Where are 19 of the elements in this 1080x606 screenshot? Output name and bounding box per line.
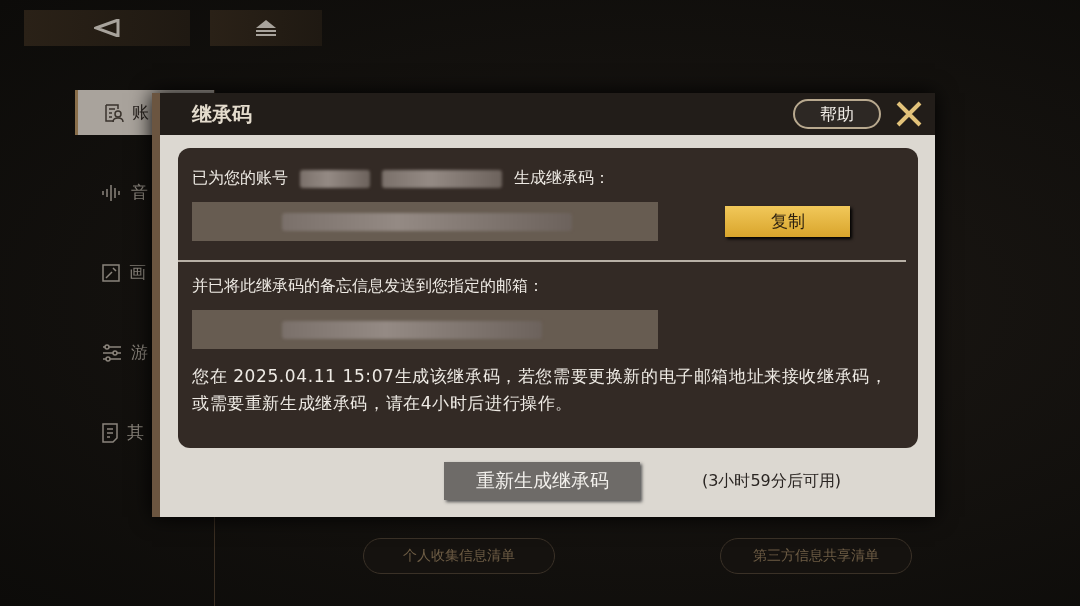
- eject-button[interactable]: [210, 10, 322, 46]
- account-label: 已为您的账号: [192, 168, 288, 189]
- document-icon: [101, 421, 119, 444]
- profile-icon: [104, 102, 124, 123]
- eject-icon: [254, 19, 278, 37]
- back-triangle-icon: [94, 19, 120, 37]
- close-icon[interactable]: [895, 100, 923, 128]
- email-label: 并已将此继承码的备忘信息发送到您指定的邮箱：: [192, 276, 545, 297]
- blurred-account-id: [300, 169, 370, 188]
- list-button[interactable]: 个人收集信息清单: [363, 538, 555, 574]
- list-button[interactable]: 第三方信息共享清单: [720, 538, 912, 574]
- back-button[interactable]: [24, 10, 190, 46]
- waveform-icon: [101, 182, 123, 203]
- image-icon: [101, 262, 121, 283]
- help-button[interactable]: 帮助: [793, 99, 881, 129]
- sliders-icon: [101, 342, 123, 363]
- copy-button[interactable]: 复制: [725, 206, 850, 237]
- generated-label: 生成继承码：: [514, 168, 610, 189]
- countdown-text: (3小时59分后可用): [702, 470, 842, 492]
